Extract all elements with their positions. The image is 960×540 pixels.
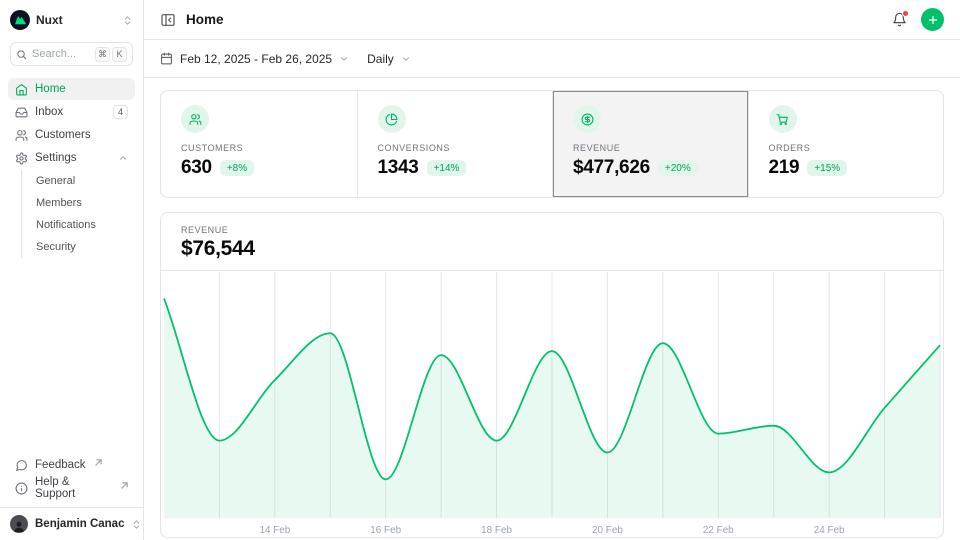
users-icon [181,105,209,133]
x-axis-label: 24 Feb [814,525,845,536]
inbox-icon [15,106,28,119]
external-link-icon [121,482,128,489]
filter-toolbar: Feb 12, 2025 - Feb 26, 2025 Daily [144,40,960,78]
sidebar-item-label: Customers [35,129,91,141]
sidebar-nav: Home Inbox 4 Customers Settings Ge [0,70,143,266]
sidebar-item-label: Home [35,83,66,95]
help-support-label: Help & Support [35,476,112,500]
external-link-icon [95,459,102,466]
submenu-item-notifications[interactable]: Notifications [22,214,135,236]
stat-label: REVENUE [573,143,728,153]
stat-label: ORDERS [769,143,924,153]
feedback-link[interactable]: Feedback [8,454,135,476]
x-axis-labels: 14 Feb 16 Feb 18 Feb 20 Feb 22 Feb 24 Feb [259,525,845,536]
sidebar-item-customers[interactable]: Customers [8,124,135,146]
topbar: Home [144,0,960,40]
sidebar: Nuxt ⌘ K Home Inbox 4 [0,0,144,540]
date-range-picker[interactable]: Feb 12, 2025 - Feb 26, 2025 [160,52,349,66]
users-icon [15,129,28,142]
add-button[interactable] [921,8,944,31]
info-circle-icon [15,482,28,495]
chevron-down-icon [339,54,349,64]
x-axis-label: 20 Feb [592,525,623,536]
workspace-name: Nuxt [36,13,63,27]
stat-value: $477,626 [573,157,650,179]
x-axis-label: 16 Feb [370,525,401,536]
submenu-item-security[interactable]: Security [22,236,135,258]
sidebar-item-settings[interactable]: Settings [8,147,135,169]
stat-value: 1343 [378,157,419,179]
sidebar-item-label: Settings [35,152,77,164]
x-axis-label: 18 Feb [481,525,512,536]
search-field[interactable] [32,48,84,60]
stat-value: 219 [769,157,800,179]
notifications-button[interactable] [892,12,907,27]
chevron-up-icon [118,153,128,163]
search-icon [16,49,27,60]
sidebar-footer-links: Feedback Help & Support [0,446,143,507]
user-menu[interactable]: Benjamin Canac [0,507,143,540]
workspace-selector[interactable]: Nuxt [0,0,143,34]
chevron-up-down-icon [122,15,133,26]
main-panel: Home Feb 12, 2025 - Feb 26, 2025 Daily [144,0,960,540]
stat-label: CONVERSIONS [378,143,533,153]
stat-label: CUSTOMERS [181,143,337,153]
search-shortcut: ⌘ K [95,47,127,62]
settings-submenu: General Members Notifications Security [21,170,135,258]
chart-total: $76,544 [181,237,923,261]
topbar-actions [892,8,944,31]
submenu-item-general[interactable]: General [22,170,135,192]
chevron-up-down-icon [131,519,142,530]
stat-delta-badge: +15% [807,160,847,176]
home-icon [15,83,28,96]
kbd-k: K [112,47,127,62]
gear-icon [15,152,28,165]
x-axis-label: 14 Feb [259,525,290,536]
dollar-circle-icon [573,105,601,133]
sidebar-item-home[interactable]: Home [8,78,135,100]
stat-delta-badge: +14% [427,160,467,176]
notification-dot [902,10,909,17]
calendar-icon [160,52,173,65]
kbd-cmd: ⌘ [95,47,110,62]
revenue-chart-card: REVENUE $76,544 14 Feb 16 Feb 18 Feb 20 Feb… [160,212,944,538]
stat-delta-badge: +20% [658,160,698,176]
submenu-item-members[interactable]: Members [22,192,135,214]
feedback-label: Feedback [35,459,86,471]
content: CUSTOMERS 630 +8% CONVERSIONS 1343 +14% [144,78,960,538]
stats-row: CUSTOMERS 630 +8% CONVERSIONS 1343 +14% [160,90,944,198]
stat-delta-badge: +8% [220,160,254,176]
avatar [10,515,28,533]
help-support-link[interactable]: Help & Support [8,477,135,499]
inbox-count-badge: 4 [113,105,128,120]
stat-card-orders[interactable]: ORDERS 219 +15% [748,91,944,197]
page-title: Home [186,12,224,27]
x-axis-label: 22 Feb [703,525,734,536]
date-range-label: Feb 12, 2025 - Feb 26, 2025 [180,52,332,66]
cart-icon [769,105,797,133]
granularity-label: Daily [367,52,394,66]
stat-card-customers[interactable]: CUSTOMERS 630 +8% [161,91,357,197]
chat-bubble-icon [15,459,28,472]
sidebar-collapse-icon[interactable] [160,12,176,28]
chart-header: REVENUE $76,544 [161,213,943,271]
sidebar-item-label: Inbox [35,106,63,118]
nuxt-logo-icon [10,10,30,30]
pie-chart-icon [378,105,406,133]
sidebar-item-inbox[interactable]: Inbox 4 [8,101,135,123]
sidebar-spacer [0,266,143,446]
chevron-down-icon [401,54,411,64]
granularity-select[interactable]: Daily [367,52,411,66]
stat-card-conversions[interactable]: CONVERSIONS 1343 +14% [357,91,553,197]
chart-label: REVENUE [181,225,923,235]
stat-card-revenue[interactable]: REVENUE $477,626 +20% [552,91,748,197]
user-name: Benjamin Canac [35,518,124,530]
search-input[interactable]: ⌘ K [10,42,133,66]
stat-value: 630 [181,157,212,179]
